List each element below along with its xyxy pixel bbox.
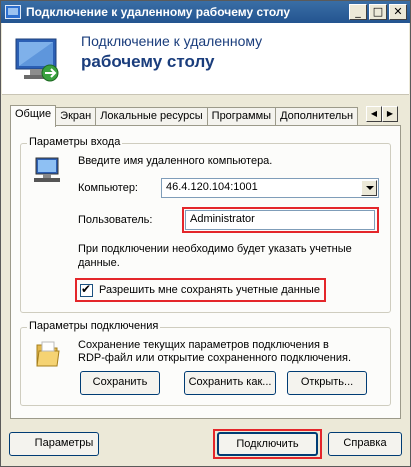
open-button[interactable]: Открыть...	[287, 371, 367, 395]
folder-icon	[36, 341, 60, 367]
rdp-window: Подключение к удаленному рабочему столу …	[0, 0, 411, 467]
title-bar[interactable]: Подключение к удаленному рабочему столу …	[1, 1, 410, 23]
header-banner: Подключение к удаленному рабочему столу	[2, 23, 409, 95]
save-as-button[interactable]: Сохранить как...	[184, 371, 276, 395]
username-highlight	[182, 207, 379, 233]
computer-value: 46.4.120.104:1001	[166, 181, 258, 193]
credentials-note-line2: данные.	[78, 257, 120, 269]
tab-strip: Общие Экран Локальные ресурсы Программы …	[10, 105, 359, 127]
user-label: Пользователь:	[78, 214, 153, 226]
help-button[interactable]: Справка	[328, 432, 402, 456]
options-label: Параметры	[34, 437, 94, 449]
header-title-line2: рабочему столу	[81, 52, 215, 71]
computer-icon	[34, 157, 60, 182]
computer-label: Компьютер:	[78, 182, 138, 194]
close-button[interactable]: ✕	[389, 4, 407, 20]
tab-display[interactable]: Экран	[55, 107, 97, 126]
tab-scroll-right-icon[interactable]: ▶	[382, 106, 398, 122]
maximize-button[interactable]: □	[369, 4, 387, 20]
remote-desktop-monitor-icon	[15, 38, 59, 82]
remote-desktop-icon	[5, 5, 21, 19]
minimize-button[interactable]: _	[349, 4, 367, 20]
header-title-line1: Подключение к удаленному	[81, 33, 263, 49]
login-group-title: Параметры входа	[27, 136, 123, 148]
tab-scroll-left-icon[interactable]: ◀	[366, 106, 382, 122]
connection-group-title: Параметры подключения	[27, 320, 161, 332]
tab-advanced[interactable]: Дополнительн	[275, 107, 359, 126]
connect-highlight	[213, 429, 322, 459]
credentials-note-line1: При подключении необходимо будет указать…	[78, 243, 352, 255]
save-credentials-highlight	[75, 278, 326, 302]
connection-desc-line1: Сохранение текущих параметров подключени…	[78, 339, 329, 351]
connection-desc-line2: RDP-файл или открытие сохраненного подкл…	[78, 352, 351, 364]
computer-combobox[interactable]: 46.4.120.104:1001	[161, 178, 379, 198]
tab-programs[interactable]: Программы	[206, 107, 277, 126]
options-button[interactable]: Параметры	[9, 432, 99, 456]
window-title: Подключение к удаленному рабочему столу	[26, 5, 291, 19]
login-prompt: Введите имя удаленного компьютера.	[78, 155, 273, 167]
tab-local-resources[interactable]: Локальные ресурсы	[95, 107, 208, 126]
general-tab-panel: Параметры входа Введите имя удаленного к…	[10, 125, 401, 419]
save-button[interactable]: Сохранить	[80, 371, 160, 395]
tab-general[interactable]: Общие	[10, 105, 57, 127]
chevron-down-icon[interactable]	[361, 180, 377, 196]
